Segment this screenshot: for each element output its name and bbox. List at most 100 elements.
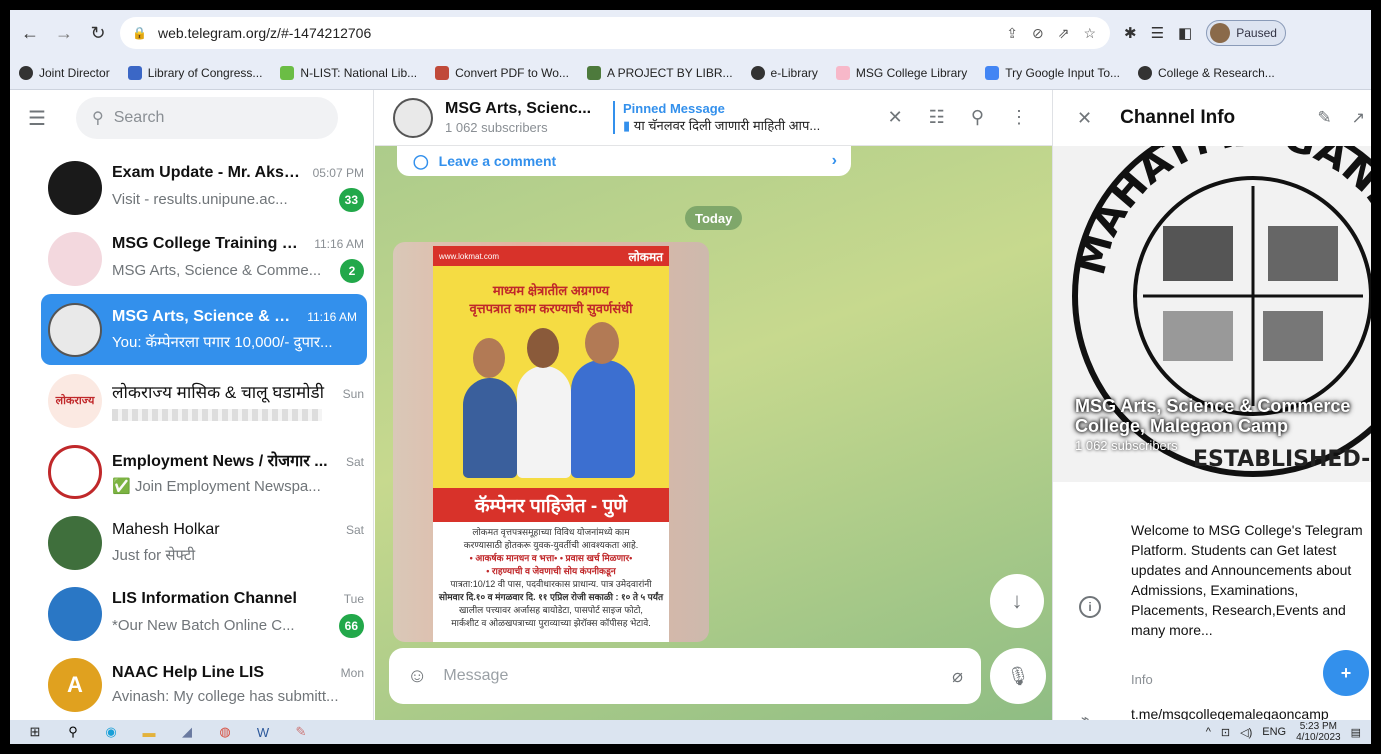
chat-item-msg-training[interactable]: MSG College Training & ... 11:16 AM MSG A… — [10, 223, 373, 294]
search-input[interactable]: ⚲ Search — [76, 97, 338, 139]
message-composer[interactable]: ☺ Message ⌀ — [389, 648, 981, 704]
channel-avatar[interactable] — [393, 97, 433, 138]
poster-line: मार्कशीट व ओळखपत्राच्या पुराव्याच्या झेर… — [451, 618, 651, 628]
file-explorer-icon[interactable]: ▬ — [136, 722, 162, 742]
image-message[interactable]: www.lokmat.com लोकमत माध्यम क्षेत्रातील … — [393, 242, 709, 642]
chat-time: Sun — [342, 387, 364, 401]
message-input[interactable]: Message — [443, 667, 508, 685]
profile-button[interactable]: Paused — [1206, 20, 1286, 46]
chat-preview: Avinash: My college has submitt... — [112, 688, 339, 705]
link-icon: ⌁ — [1081, 710, 1090, 720]
pinned-message[interactable]: Pinned Message ▮ या चॅनलवर दिली जाणारी म… — [613, 101, 853, 134]
chat-item-exam-update[interactable]: Exam Update - Mr. Aksh... 05:07 PM Visit … — [10, 152, 373, 223]
channel-subscriber-count: 1 062 subscribers — [1075, 438, 1178, 453]
chat-preview: You: कॅम्पेनरला पगार 10,000/- दुपार... — [112, 333, 333, 351]
chat-name: MSG College Training & ... — [112, 234, 309, 252]
chat-time: Mon — [340, 666, 364, 680]
volume-icon[interactable]: ◁) — [1240, 726, 1252, 739]
bookmark-item[interactable]: A PROJECT BY LIBR... — [578, 65, 742, 80]
chat-item-naac-help[interactable]: A NAAC Help Line LIS Mon Avinash: My coll… — [10, 649, 373, 720]
poster-line: • आकर्षक मानधन व भत्ता• • प्रवास खर्च मि… — [469, 553, 633, 563]
bookmark-favicon-icon — [835, 65, 850, 80]
emoji-icon[interactable]: ☺ — [407, 665, 427, 688]
reading-list-icon[interactable]: ☰ — [1151, 24, 1164, 42]
bookmark-label: e-Library — [770, 65, 818, 80]
search-icon[interactable]: ⚲ — [971, 107, 984, 128]
scroll-down-button[interactable]: ↓ — [990, 574, 1044, 628]
chevron-up-icon[interactable]: ^ — [1206, 726, 1211, 738]
poster-details: लोकमत वृत्तपत्रसमूहाच्या विविध योजनांमध्… — [433, 522, 669, 642]
forward-icon[interactable]: → — [50, 19, 78, 47]
unread-badge: 66 — [338, 613, 364, 638]
share-icon[interactable]: ⇗ — [1058, 25, 1070, 42]
reload-icon[interactable]: ↻ — [84, 19, 112, 47]
close-icon[interactable]: ✕ — [1077, 108, 1092, 129]
add-user-icon: + — [1340, 662, 1352, 683]
more-icon[interactable]: ⋮ — [1010, 107, 1028, 128]
lock-icon: 🔒 — [132, 26, 147, 40]
bookmark-item[interactable]: N-LIST: National Lib... — [271, 65, 426, 80]
poster-header: www.lokmat.com लोकमत — [433, 246, 669, 266]
bookmark-item[interactable]: Library of Congress... — [119, 65, 272, 80]
voice-record-button[interactable]: 🎙 — [990, 648, 1046, 704]
statistics-icon[interactable]: ↗ — [1352, 108, 1365, 128]
edge-icon[interactable]: ◉ — [98, 722, 124, 742]
pinned-text: ▮ या चॅनलवर दिली जाणारी माहिती आप... — [623, 116, 853, 134]
clock[interactable]: 5:23 PM 4/10/2023 — [1296, 721, 1341, 743]
clock-time: 5:23 PM — [1299, 721, 1337, 732]
pinned-label: Pinned Message — [623, 101, 725, 116]
bookmark-label: Joint Director — [39, 65, 110, 80]
add-subscriber-button[interactable]: + — [1323, 650, 1369, 696]
start-icon[interactable]: ⊞ — [22, 722, 48, 742]
close-icon[interactable]: ✕ — [888, 107, 903, 128]
chart-emoji-icon: ▮ — [623, 118, 631, 133]
channel-link[interactable]: t.me/msgcollegemalegaoncamp — [1131, 706, 1329, 720]
pinned-list-icon[interactable]: ☷ — [929, 107, 945, 128]
chat-time: Sat — [345, 522, 364, 537]
search-icon[interactable]: ⚲ — [60, 722, 86, 742]
chat-preview: MSG Arts, Science & Comme... — [112, 262, 322, 279]
install-app-icon[interactable]: ⇪ — [1006, 25, 1018, 42]
side-panel-icon[interactable]: ◧ — [1178, 24, 1192, 42]
chat-item-mahesh-holkar[interactable]: Mahesh Holkar Sat Just for सेफ्टी — [10, 507, 373, 578]
leave-comment-button[interactable]: ◯ Leave a comment › — [397, 146, 851, 176]
poster-site: www.lokmat.com — [439, 251, 500, 261]
app-icon[interactable]: ◢ — [174, 722, 200, 742]
edit-icon[interactable]: ✎ — [1317, 108, 1331, 128]
channel-info-panel: ✕ Channel Info ✎ ↗ MAHATMA GANDHI VIDYAM… — [1052, 90, 1371, 720]
tracking-icon[interactable]: ⊘ — [1032, 25, 1044, 42]
chat-name: NAAC Help Line LIS — [112, 664, 265, 681]
chat-item-msg-arts-active[interactable]: MSG Arts, Science & Co... 11:16 AM You: क… — [41, 294, 367, 365]
channel-title-block[interactable]: MSG Arts, Scienc... 1 062 subscribers — [445, 100, 605, 135]
bookmark-item[interactable]: Joint Director — [10, 65, 119, 80]
bookmark-favicon-icon — [586, 65, 601, 80]
system-tray: ^ ⊡ ◁) ENG 5:23 PM 4/10/2023 ▤ — [1206, 721, 1371, 743]
bookmark-item[interactable]: Convert PDF to Wo... — [426, 65, 578, 80]
poster-line: लोकमत वृत्तपत्रसमूहाच्या विविध योजनांमध्… — [472, 527, 630, 537]
unread-badge: 2 — [340, 258, 364, 283]
address-bar[interactable]: 🔒 web.telegram.org/z/#-1474212706 ⇪ ⊘ ⇗ … — [120, 17, 1110, 49]
bookmark-item[interactable]: e-Library — [742, 65, 827, 80]
back-icon[interactable]: ← — [16, 19, 44, 47]
attach-icon[interactable]: ⌀ — [952, 666, 963, 687]
word-icon[interactable]: W — [250, 722, 276, 742]
chat-item-lis-information[interactable]: LIS Information Channel Tue *Our New Batc… — [10, 578, 373, 649]
chat-item-employment-news[interactable]: Employment News / रोजगार ... Sat ✅ Join E… — [10, 436, 373, 507]
info-icon: i — [1079, 596, 1101, 618]
language-indicator[interactable]: ENG — [1262, 726, 1286, 738]
extensions-icon[interactable]: ✱ — [1124, 24, 1137, 42]
bookmark-star-icon[interactable]: ☆ — [1083, 25, 1096, 42]
paint-icon[interactable]: ✎ — [288, 722, 314, 742]
bookmark-item[interactable]: College & Research... — [1129, 65, 1284, 80]
menu-icon[interactable]: ☰ — [28, 106, 50, 131]
chat-list-header: ☰ ⚲ Search — [10, 90, 373, 146]
chrome-icon[interactable]: ◍ — [212, 722, 238, 742]
bookmark-item[interactable]: MSG College Library — [827, 65, 976, 80]
chat-item-lokrajya[interactable]: लोकराज्य लोकराज्य मासिक & चालू घडामोडी Su… — [10, 365, 373, 436]
network-icon[interactable]: ⊡ — [1221, 726, 1230, 739]
bookmark-item[interactable]: Try Google Input To... — [976, 65, 1129, 80]
notification-icon[interactable]: ▤ — [1351, 726, 1361, 739]
poster-line: खालील पत्त्यावर अर्जासह बायोडेटा, पासपोर… — [459, 605, 643, 615]
channel-info-title: Channel Info — [1120, 107, 1236, 128]
poster-people-illustration — [433, 322, 669, 478]
